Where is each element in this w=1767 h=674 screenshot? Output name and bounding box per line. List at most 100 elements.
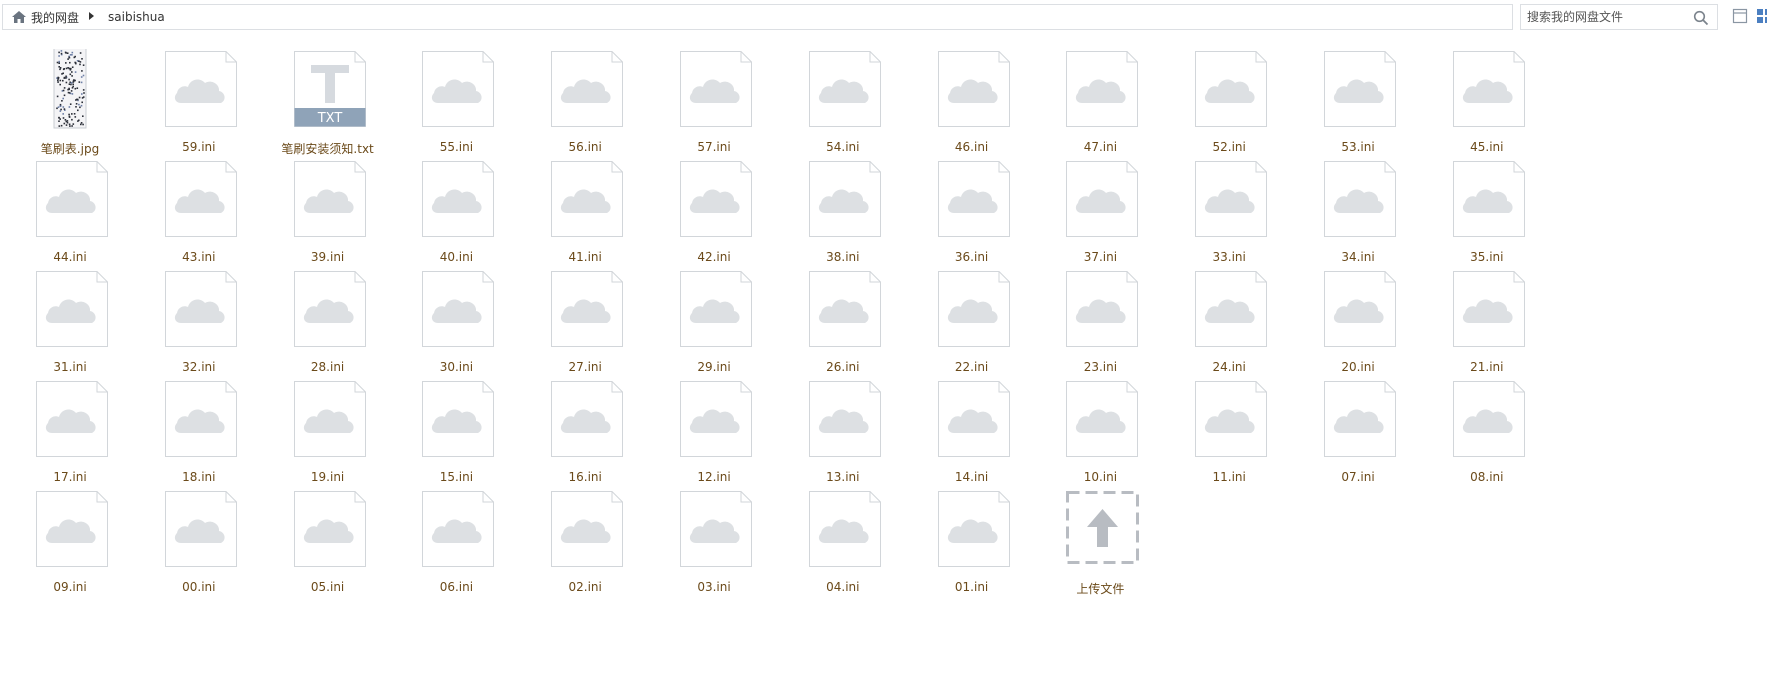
cloud-file-icon	[676, 269, 756, 357]
file-name: 05.ini	[310, 580, 345, 594]
file-item[interactable]: 12.ini	[644, 364, 774, 484]
file-item[interactable]: 13.ini	[773, 364, 903, 484]
file-item[interactable]: 24.ini	[1159, 254, 1289, 374]
file-item[interactable]: 00.ini	[129, 474, 259, 594]
search-box[interactable]	[1520, 4, 1718, 30]
cloud-file-icon	[1449, 379, 1529, 467]
cloud-file-icon	[805, 159, 885, 247]
breadcrumb-home-link[interactable]: 我的网盘	[31, 9, 79, 26]
file-item[interactable]: 38.ini	[773, 144, 903, 264]
file-name: 00.ini	[182, 580, 216, 594]
file-item[interactable]: 11.ini	[1159, 364, 1289, 484]
file-item[interactable]: 40.ini	[386, 144, 516, 264]
file-item[interactable]: 28.ini	[258, 254, 388, 374]
cloud-file-icon	[934, 379, 1014, 467]
grid-view-icon[interactable]	[1756, 8, 1767, 24]
file-item[interactable]: 52.ini	[1159, 34, 1289, 154]
file-item[interactable]: 44.ini	[0, 144, 130, 264]
file-item[interactable]: 30.ini	[386, 254, 516, 374]
image-thumbnail-icon	[32, 47, 112, 137]
file-item[interactable]: 45.ini	[1417, 34, 1547, 154]
chevron-right-icon[interactable]	[89, 12, 95, 22]
file-item[interactable]: 42.ini	[644, 144, 774, 264]
file-item[interactable]: 47.ini	[1030, 34, 1160, 154]
file-item[interactable]: 02.ini	[515, 474, 645, 594]
file-item[interactable]: 07.ini	[1288, 364, 1418, 484]
cloud-file-icon	[1320, 269, 1400, 357]
file-item[interactable]: 34.ini	[1288, 144, 1418, 264]
file-item[interactable]: 57.ini	[644, 34, 774, 154]
file-item[interactable]: 59.ini	[129, 34, 259, 154]
upload-label: 上传文件	[1076, 582, 1125, 596]
breadcrumb-current-folder[interactable]: saibishua	[108, 10, 165, 24]
cloud-file-icon	[676, 379, 756, 467]
cloud-file-icon	[161, 489, 241, 577]
file-item[interactable]: 17.ini	[0, 364, 130, 484]
file-item[interactable]: 54.ini	[773, 34, 903, 154]
cloud-file-icon	[32, 269, 112, 357]
search-input[interactable]	[1527, 10, 1687, 24]
search-icon[interactable]	[1693, 10, 1709, 26]
cloud-file-icon	[418, 49, 498, 137]
file-item[interactable]: 05.ini	[258, 474, 388, 594]
cloud-file-icon	[805, 49, 885, 137]
file-item[interactable]: 15.ini	[386, 364, 516, 484]
cloud-file-icon	[934, 49, 1014, 137]
cloud-file-icon	[161, 269, 241, 357]
txt-badge-label: TXT	[316, 111, 342, 126]
file-item[interactable]: 32.ini	[129, 254, 259, 374]
cloud-file-icon	[1449, 159, 1529, 247]
cloud-file-icon	[1062, 379, 1142, 467]
file-item[interactable]: 08.ini	[1417, 364, 1547, 484]
cloud-file-icon	[418, 379, 498, 467]
cloud-file-icon	[418, 489, 498, 577]
file-item[interactable]: 04.ini	[773, 474, 903, 594]
file-item[interactable]: 46.ini	[902, 34, 1032, 154]
file-item[interactable]: 01.ini	[902, 474, 1032, 594]
cloud-file-icon	[934, 159, 1014, 247]
file-item[interactable]: 21.ini	[1417, 254, 1547, 374]
file-name: 02.ini	[568, 580, 602, 594]
file-item[interactable]: 22.ini	[902, 254, 1032, 374]
file-item[interactable]: 03.ini	[644, 474, 774, 594]
file-item[interactable]: 10.ini	[1030, 364, 1160, 484]
file-item[interactable]: 29.ini	[644, 254, 774, 374]
file-item[interactable]: 18.ini	[129, 364, 259, 484]
list-view-icon[interactable]	[1732, 8, 1748, 24]
cloud-file-icon	[1062, 49, 1142, 137]
file-item[interactable]: 26.ini	[773, 254, 903, 374]
file-item[interactable]: 27.ini	[515, 254, 645, 374]
cloud-file-icon	[547, 49, 627, 137]
upload-file-button[interactable]: 上传文件	[1030, 474, 1160, 596]
file-item[interactable]: 20.ini	[1288, 254, 1418, 374]
top-bar: 我的网盘 saibishua	[0, 0, 1767, 34]
cloud-file-icon	[676, 49, 756, 137]
file-item[interactable]: 23.ini	[1030, 254, 1160, 374]
txt-file-icon: TXT	[290, 49, 370, 137]
file-item[interactable]: 16.ini	[515, 364, 645, 484]
file-item[interactable]: 33.ini	[1159, 144, 1289, 264]
file-item[interactable]: 56.ini	[515, 34, 645, 154]
file-item[interactable]: 53.ini	[1288, 34, 1418, 154]
home-icon[interactable]	[9, 7, 29, 27]
file-item[interactable]: 43.ini	[129, 144, 259, 264]
file-item[interactable]: 笔刷表.jpg	[0, 34, 130, 156]
file-item[interactable]: 39.ini	[258, 144, 388, 264]
cloud-file-icon	[32, 379, 112, 467]
cloud-file-icon	[418, 269, 498, 357]
file-item[interactable]: 31.ini	[0, 254, 130, 374]
cloud-file-icon	[805, 379, 885, 467]
cloud-file-icon	[1449, 269, 1529, 357]
file-item[interactable]: 09.ini	[0, 474, 130, 594]
file-item[interactable]: 55.ini	[386, 34, 516, 154]
cloud-file-icon	[547, 269, 627, 357]
cloud-file-icon	[1320, 379, 1400, 467]
file-item[interactable]: 36.ini	[902, 144, 1032, 264]
file-item[interactable]: TXT 笔刷安装须知.txt	[258, 34, 388, 156]
file-item[interactable]: 41.ini	[515, 144, 645, 264]
file-item[interactable]: 37.ini	[1030, 144, 1160, 264]
file-item[interactable]: 06.ini	[386, 474, 516, 594]
file-item[interactable]: 19.ini	[258, 364, 388, 484]
file-item[interactable]: 35.ini	[1417, 144, 1547, 264]
file-item[interactable]: 14.ini	[902, 364, 1032, 484]
